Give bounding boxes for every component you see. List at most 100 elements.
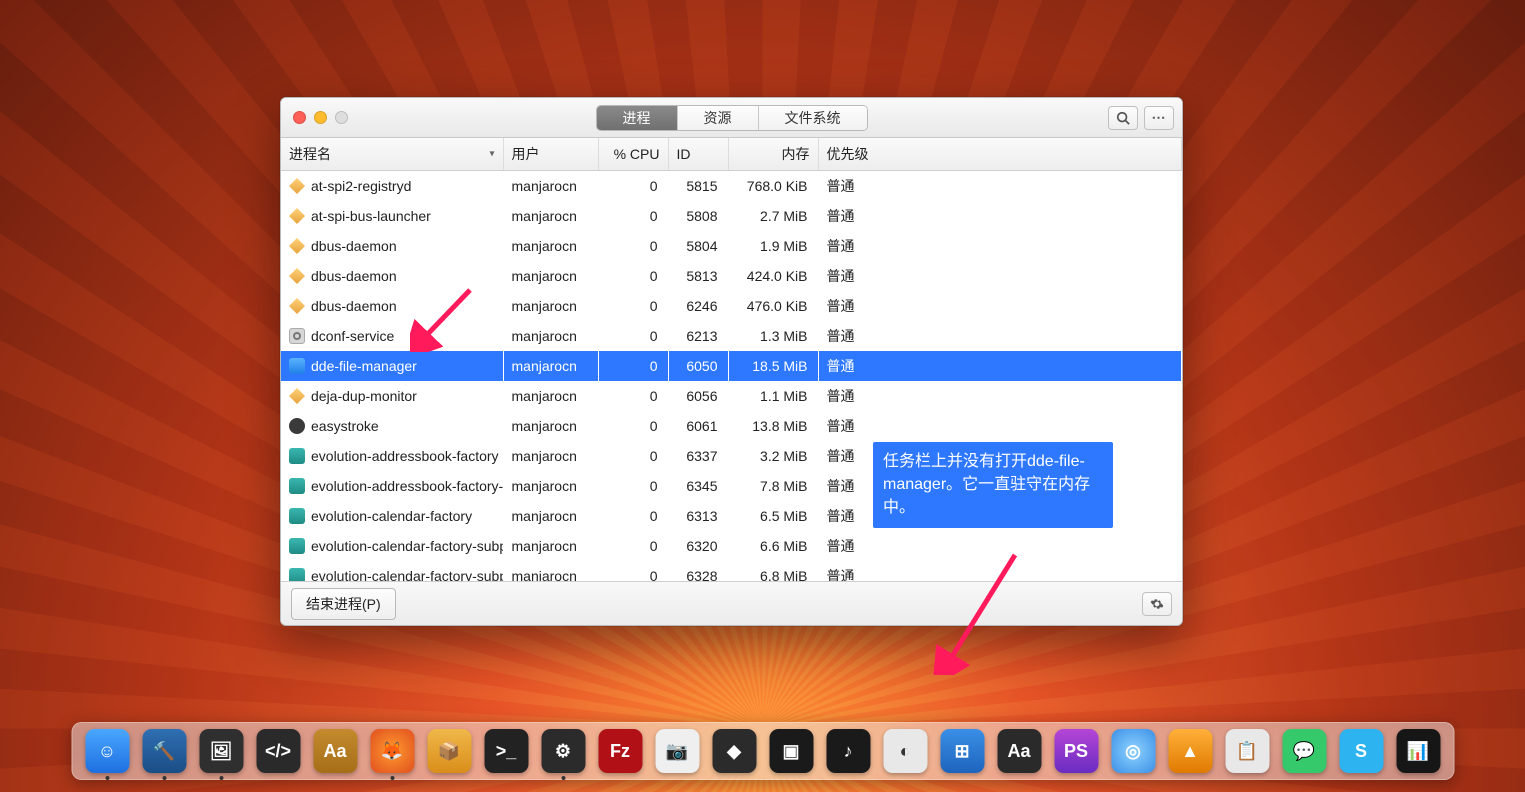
cell-mem: 476.0 KiB xyxy=(728,291,818,321)
process-name: easystroke xyxy=(311,418,379,434)
col-cpu[interactable]: % CPU xyxy=(598,138,668,171)
process-name: evolution-calendar-factory xyxy=(311,508,472,524)
end-process-button[interactable]: 结束进程(P) xyxy=(291,588,396,620)
dock-app-screenshot[interactable]: 📷 xyxy=(655,729,699,773)
search-button[interactable] xyxy=(1108,106,1138,130)
cell-pri: 普通 xyxy=(818,561,1182,581)
table-row[interactable]: deja-dup-monitormanjarocn060561.1 MiB普通 xyxy=(281,381,1182,411)
table-row[interactable]: dbus-daemonmanjarocn058041.9 MiB普通 xyxy=(281,231,1182,261)
table-row[interactable]: at-spi2-registrydmanjarocn05815768.0 KiB… xyxy=(281,171,1182,202)
cell-name: evolution-calendar-factory-subp xyxy=(281,531,503,561)
cell-id: 5804 xyxy=(668,231,728,261)
process-icon xyxy=(289,328,305,344)
cell-user: manjarocn xyxy=(503,291,598,321)
cell-user: manjarocn xyxy=(503,321,598,351)
titlebar[interactable]: 进程 资源 文件系统 ⋯ xyxy=(281,98,1182,138)
cell-id: 5808 xyxy=(668,201,728,231)
dock-app-music[interactable]: ♪ xyxy=(826,729,870,773)
gear-icon xyxy=(1150,597,1164,611)
preferences-button[interactable] xyxy=(1142,592,1172,616)
titlebar-actions: ⋯ xyxy=(1108,106,1174,130)
table-row[interactable]: easystrokemanjarocn0606113.8 MiB普通 xyxy=(281,411,1182,441)
cell-cpu: 0 xyxy=(598,561,668,581)
tab-filesystems[interactable]: 文件系统 xyxy=(759,106,867,130)
table-row[interactable]: dconf-servicemanjarocn062131.3 MiB普通 xyxy=(281,321,1182,351)
process-name: at-spi2-registryd xyxy=(311,178,411,194)
cell-user: manjarocn xyxy=(503,441,598,471)
menu-button[interactable]: ⋯ xyxy=(1144,106,1174,130)
cell-mem: 1.9 MiB xyxy=(728,231,818,261)
cell-cpu: 0 xyxy=(598,351,668,381)
tab-processes[interactable]: 进程 xyxy=(597,106,678,130)
dock-app-virtualbox[interactable]: ▣ xyxy=(769,729,813,773)
cell-id: 6313 xyxy=(668,501,728,531)
close-button[interactable] xyxy=(293,111,306,124)
dock-app-finder[interactable]: ☺ xyxy=(85,729,129,773)
table-row[interactable]: dbus-daemonmanjarocn05813424.0 KiB普通 xyxy=(281,261,1182,291)
dock-app-fonts[interactable]: Aa xyxy=(997,729,1041,773)
dock-app-terminal[interactable]: >_ xyxy=(484,729,528,773)
cell-pri: 普通 xyxy=(818,321,1182,351)
cell-name: dbus-daemon xyxy=(281,231,503,261)
process-icon xyxy=(289,568,305,581)
cell-mem: 6.8 MiB xyxy=(728,561,818,581)
dock-app-chat[interactable]: 💬 xyxy=(1282,729,1326,773)
cell-user: manjarocn xyxy=(503,171,598,202)
dock-app-photos[interactable]: 🖼 xyxy=(199,729,243,773)
cell-name: dbus-daemon xyxy=(281,291,503,321)
col-name[interactable]: 进程名▾ xyxy=(281,138,503,171)
cell-cpu: 0 xyxy=(598,411,668,441)
dock-app-inkscape[interactable]: ◆ xyxy=(712,729,756,773)
cell-name: easystroke xyxy=(281,411,503,441)
tab-switcher: 进程 资源 文件系统 xyxy=(596,105,868,131)
dock-app-firefox[interactable]: 🦊 xyxy=(370,729,414,773)
table-row[interactable]: evolution-calendar-factory-subpmanjarocn… xyxy=(281,561,1182,581)
cell-name: at-spi2-registryd xyxy=(281,171,503,202)
tab-resources[interactable]: 资源 xyxy=(678,106,759,130)
maximize-button[interactable] xyxy=(335,111,348,124)
dock-app-monitor[interactable]: 📊 xyxy=(1396,729,1440,773)
dock-app-xcode[interactable]: 🔨 xyxy=(142,729,186,773)
process-icon xyxy=(289,508,305,524)
process-name: evolution-addressbook-factory xyxy=(311,448,499,464)
table-row[interactable]: dbus-daemonmanjarocn06246476.0 KiB普通 xyxy=(281,291,1182,321)
cell-mem: 18.5 MiB xyxy=(728,351,818,381)
dock-app-vlc[interactable]: ▲ xyxy=(1168,729,1212,773)
cell-cpu: 0 xyxy=(598,171,668,202)
cell-user: manjarocn xyxy=(503,471,598,501)
dock-app-code[interactable]: </> xyxy=(256,729,300,773)
process-icon xyxy=(289,298,305,314)
col-id[interactable]: ID xyxy=(668,138,728,171)
cell-id: 6050 xyxy=(668,351,728,381)
process-icon xyxy=(289,238,305,254)
dock-app-notes[interactable]: 📋 xyxy=(1225,729,1269,773)
dock-app-phpstorm[interactable]: PS xyxy=(1054,729,1098,773)
dock-app-kde[interactable]: ⊞ xyxy=(940,729,984,773)
dock-app-skype[interactable]: S xyxy=(1339,729,1383,773)
col-user[interactable]: 用户 xyxy=(503,138,598,171)
menu-icon: ⋯ xyxy=(1152,109,1167,126)
cell-user: manjarocn xyxy=(503,531,598,561)
minimize-button[interactable] xyxy=(314,111,327,124)
process-name: dbus-daemon xyxy=(311,238,397,254)
cell-mem: 768.0 KiB xyxy=(728,171,818,202)
dock: ☺ 🔨 🖼 </> Aa 🦊 📦 >_ ⚙ Fz 📷 ◆ ▣ ♪ ◐ ⊞ Aa PS ◎ ▲ 📋 💬 S 📊 xyxy=(71,722,1454,780)
dock-app-package[interactable]: 📦 xyxy=(427,729,471,773)
cell-pri: 普通 xyxy=(818,261,1182,291)
table-row[interactable]: dde-file-managermanjarocn0605018.5 MiB普通 xyxy=(281,351,1182,381)
cell-name: dbus-daemon xyxy=(281,261,503,291)
cell-cpu: 0 xyxy=(598,291,668,321)
dock-app-dictionary[interactable]: Aa xyxy=(313,729,357,773)
cell-cpu: 0 xyxy=(598,501,668,531)
col-mem[interactable]: 内存 xyxy=(728,138,818,171)
sort-indicator-icon: ▾ xyxy=(489,149,494,160)
col-pri[interactable]: 优先级 xyxy=(818,138,1182,171)
table-row[interactable]: at-spi-bus-launchermanjarocn058082.7 MiB… xyxy=(281,201,1182,231)
dock-app-filezilla[interactable]: Fz xyxy=(598,729,642,773)
table-row[interactable]: evolution-calendar-factory-subpmanjarocn… xyxy=(281,531,1182,561)
dock-app-disk[interactable]: ◐ xyxy=(883,729,927,773)
dock-app-settings[interactable]: ⚙ xyxy=(541,729,585,773)
dock-app-chromium[interactable]: ◎ xyxy=(1111,729,1155,773)
cell-user: manjarocn xyxy=(503,411,598,441)
process-name: dbus-daemon xyxy=(311,298,397,314)
